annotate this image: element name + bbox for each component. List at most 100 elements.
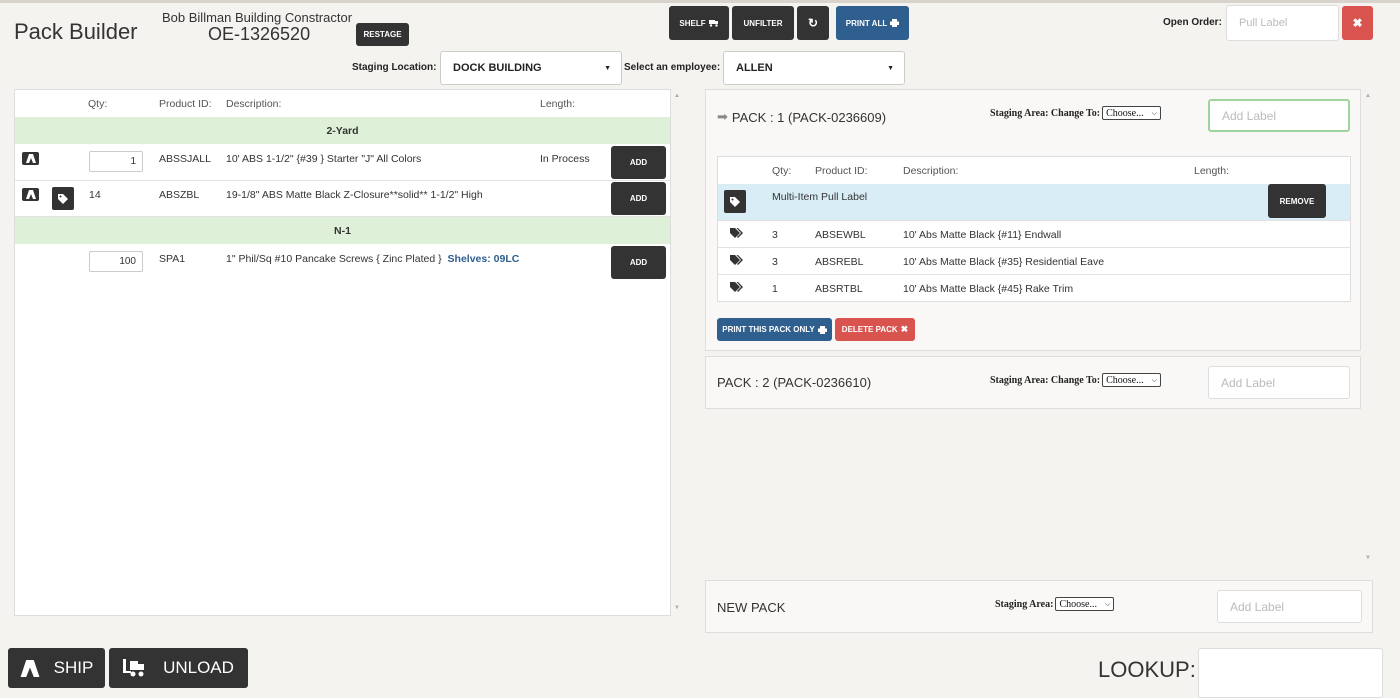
staging-area-control: Staging Area: Change To: Choose... ⌵ <box>990 106 1161 120</box>
staging-area-control: Staging Area: Change To: Choose... ⌵ <box>990 373 1161 387</box>
length: In Process <box>540 153 590 165</box>
customer-name: Bob Billman Building Constractor <box>162 10 353 25</box>
table-row: 1 ABSSJALL 10' ABS 1-1/2" {#39 } Starter… <box>15 144 670 181</box>
refresh-icon: ↻ <box>807 16 819 30</box>
add-label-input[interactable]: Add Label <box>1208 99 1350 132</box>
unload-button[interactable]: UNLOAD <box>109 648 248 688</box>
right-scrollbar[interactable]: ▲ ▼ <box>1362 89 1374 567</box>
chevron-down-icon: ▼ <box>604 64 611 72</box>
staging-area-select[interactable]: Choose... ⌵ <box>1102 373 1161 387</box>
pack-title: ➡ PACK : 1 (PACK-0236609) <box>717 109 886 125</box>
restage-button[interactable]: RESTAGE <box>356 23 409 46</box>
delete-pack-button[interactable]: DELETE PACK ✖ <box>835 318 915 341</box>
ship-row-icon[interactable] <box>22 152 39 165</box>
staging-area-select[interactable]: Choose... ⌵ <box>1055 597 1115 611</box>
table-row: 1 ABSRTBL 10' Abs Matte Black {#45} Rake… <box>718 275 1350 302</box>
qty-value: 3 <box>772 256 778 268</box>
lookup-label: LOOKUP: <box>1098 657 1196 682</box>
truck-icon <box>708 19 719 27</box>
col-header-description: Description: <box>226 98 282 110</box>
product-id: ABSREBL <box>815 256 864 268</box>
qty-input[interactable]: 1 <box>89 151 143 172</box>
scroll-up-arrow[interactable]: ▲ <box>1365 93 1371 99</box>
unload-button-label: UNLOAD <box>163 658 234 677</box>
employee-value: ALLEN <box>736 62 773 74</box>
col-header-qty: Qty: <box>772 165 792 177</box>
col-header-length: Length: <box>540 98 576 110</box>
left-scrollbar[interactable]: ▲ ▼ <box>671 89 683 616</box>
table-row: 14 ABSZBL 19-1/8" ABS Matte Black Z-Clos… <box>15 181 670 217</box>
product-id: ABSRTBL <box>815 283 863 295</box>
product-id: ABSSJALL <box>159 153 211 165</box>
pull-label-input[interactable]: Pull Label <box>1226 5 1339 41</box>
staging-area-select[interactable]: Choose... ⌵ <box>1102 106 1161 120</box>
ship-button[interactable]: SHIP <box>8 648 105 688</box>
chevron-down-icon: ⌵ <box>1151 108 1157 117</box>
add-button-label: ADD <box>629 258 648 267</box>
delete-pack-button-label: DELETE PACK <box>841 325 898 334</box>
refresh-button[interactable]: ↻ <box>797 6 829 40</box>
chevron-down-icon: ⌵ <box>1104 599 1111 608</box>
scroll-down-arrow[interactable]: ▼ <box>674 605 680 611</box>
close-icon: ✖ <box>1352 16 1363 30</box>
shelves-link[interactable]: Shelves: 09LC <box>448 253 520 265</box>
multi-item-label: Multi-Item Pull Label <box>772 191 868 203</box>
staging-area-value: Choose... <box>1106 374 1144 386</box>
qty-value: 1 <box>772 283 778 295</box>
shelf-button[interactable]: SHELF <box>669 6 729 40</box>
unfilter-button-label: UNFILTER <box>743 18 783 28</box>
print-icon <box>817 325 827 334</box>
chevron-down-icon: ⌵ <box>1151 375 1157 384</box>
description: 10' Abs Matte Black {#45} Rake Trim <box>903 283 1074 295</box>
scroll-down-arrow[interactable]: ▼ <box>1365 555 1371 561</box>
scroll-up-arrow[interactable]: ▲ <box>674 93 680 99</box>
close-icon: ✖ <box>900 324 909 334</box>
forklift-icon <box>123 659 145 677</box>
print-pack-button-label: PRINT THIS PACK ONLY <box>722 325 815 334</box>
unfilter-button[interactable]: UNFILTER <box>732 6 794 40</box>
qty-input[interactable]: 100 <box>89 251 143 272</box>
add-button[interactable]: ADD <box>611 146 666 179</box>
print-all-button[interactable]: PRINT ALL <box>836 6 909 40</box>
close-order-button[interactable]: ✖ <box>1342 6 1373 40</box>
print-pack-button[interactable]: PRINT THIS PACK ONLY <box>717 318 832 341</box>
employee-select[interactable]: ALLEN ▼ <box>723 51 905 85</box>
pack-panel: PACK : 2 (PACK-0236610) Staging Area: Ch… <box>705 356 1361 409</box>
col-header-product-id: Product ID: <box>815 165 868 177</box>
description: 10' Abs Matte Black {#35} Residential Ea… <box>903 256 1105 268</box>
ship-icon <box>20 659 40 677</box>
pack-items-table: Qty: Product ID: Description: Length: Mu… <box>717 156 1351 302</box>
staging-area-control: Staging Area: Choose... ⌵ <box>995 597 1115 611</box>
description: 10' ABS 1-1/2" {#39 } Starter "J" All Co… <box>226 153 422 165</box>
tags-icon <box>730 228 743 238</box>
product-list-panel: Qty: Product ID: Description: Length: 2-… <box>14 89 671 616</box>
ship-row-icon[interactable] <box>22 188 39 201</box>
tag-icon[interactable] <box>724 190 746 213</box>
lookup-input[interactable] <box>1198 648 1383 698</box>
col-header-description: Description: <box>903 165 959 177</box>
remove-button[interactable]: REMOVE <box>1268 184 1326 218</box>
order-number: OE-1326520 <box>208 24 311 44</box>
description: 10' Abs Matte Black {#11} Endwall <box>903 229 1062 241</box>
group-header: 2-Yard <box>15 117 670 144</box>
description-text: 1" Phil/Sq #10 Pancake Screws { Zinc Pla… <box>226 253 442 265</box>
staging-location-value: DOCK BUILDING <box>453 62 542 74</box>
table-row: 100 SPA1 1" Phil/Sq #10 Pancake Screws {… <box>15 244 670 282</box>
add-label-input[interactable]: Add Label <box>1208 366 1350 399</box>
open-order-label: Open Order: <box>1163 17 1222 28</box>
add-label-input[interactable]: Add Label <box>1217 590 1362 623</box>
app-title: Pack Builder <box>14 19 138 44</box>
employee-label: Select an employee: <box>624 62 721 73</box>
add-button-label: ADD <box>629 194 648 203</box>
product-id: SPA1 <box>159 253 186 265</box>
product-id: ABSZBL <box>159 189 200 201</box>
staging-location-select[interactable]: DOCK BUILDING ▼ <box>440 51 622 85</box>
add-button[interactable]: ADD <box>611 246 666 279</box>
table-row: 3 ABSREBL 10' Abs Matte Black {#35} Resi… <box>718 248 1350 275</box>
add-button[interactable]: ADD <box>611 182 666 215</box>
ship-button-label: SHIP <box>53 658 94 677</box>
tag-icon[interactable] <box>52 187 74 210</box>
pack-panel: ➡ PACK : 1 (PACK-0236609) Staging Area: … <box>705 89 1361 351</box>
qty-value: 3 <box>772 229 778 241</box>
print-all-button-label: PRINT ALL <box>845 18 888 28</box>
